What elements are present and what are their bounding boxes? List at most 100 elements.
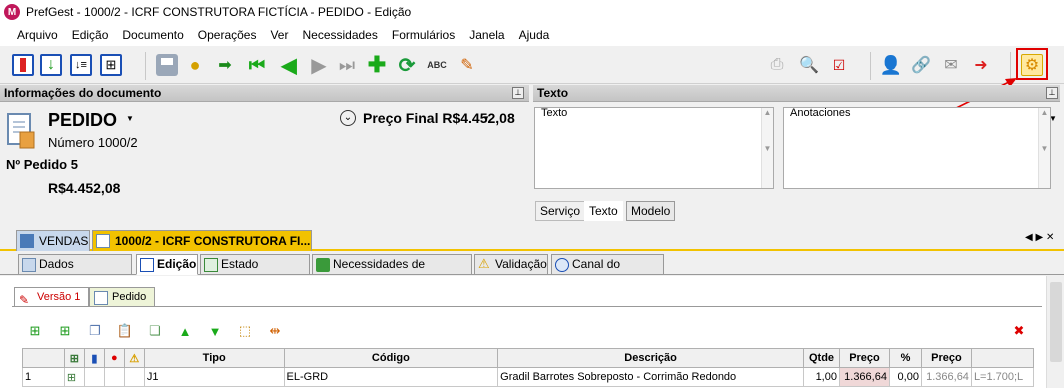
menu-necessidades[interactable]: Necessidades [295,28,384,42]
move-down-icon[interactable]: ▼ [206,322,224,340]
info-panel-header: Informações do documento [0,85,529,102]
document-icon [94,291,108,305]
export-icon[interactable]: ➡ [212,52,238,78]
grid-header-descricao[interactable]: Descrição [497,348,805,368]
cell-tipo[interactable]: J1 [143,367,285,387]
row-number-cell[interactable]: 1 [22,367,65,387]
order-number-label: Nº Pedido 5 [6,157,78,172]
move-up-icon[interactable]: ▲ [176,322,194,340]
material-box-icon [316,258,330,272]
title-bar: M PrefGest - 1000/2 - ICRF CONSTRUTORA F… [0,0,1064,24]
menu-ver[interactable]: Ver [263,28,295,42]
save-icon[interactable] [154,52,180,78]
sales-icon [20,234,34,248]
cell-percent[interactable]: 0,00 [888,367,922,387]
warning-icon: ⚠ [478,256,490,271]
grid-view-dropdown-icon[interactable]: ▼ [126,114,134,123]
cell-preco-2[interactable]: 1.366,64 [920,367,972,387]
first-record-icon[interactable]: ⏮ [244,52,270,78]
sort-list-icon[interactable]: ↓≡ [68,52,94,78]
cell-codigo[interactable]: EL-GRD [283,367,499,387]
insert-row-icon[interactable]: ⊞ [26,322,44,340]
tab-validacao[interactable]: ⚠ Validação [474,254,548,275]
last-record-icon[interactable]: ⏭ [334,52,360,78]
chevron-down-icon[interactable]: ⌄ [340,110,356,126]
previous-record-icon[interactable]: ◀ [276,52,302,78]
tab-vendas[interactable]: VENDAS [16,230,90,251]
texto-panel-header: Texto [533,85,1060,102]
vertical-scrollbar[interactable] [1046,276,1064,388]
scrollbar[interactable]: ▲ ▼ [761,108,773,188]
tab-versao-1[interactable]: ✎ Versão 1 [14,287,90,307]
texto-textarea[interactable]: Texto ▲ ▼ [534,107,774,189]
spell-check-icon[interactable]: ABC [424,52,450,78]
tab-dados-principais[interactable]: Dados principais [18,254,132,290]
paste-icon[interactable]: 📋 [116,322,134,340]
paste-special-icon[interactable]: ❏ [146,322,164,340]
final-price-label: Preço Final R$4.452,08 [363,110,515,126]
grid-header-percent[interactable]: % [888,348,922,368]
menu-ajuda[interactable]: Ajuda [512,28,557,42]
select-icon[interactable]: ⬚ [236,322,254,340]
coins-icon[interactable]: ● [182,52,208,78]
pin-icon[interactable]: ⊥ [512,87,524,99]
tab-scroll-arrows[interactable]: ◀ ▶ ✕ [1025,232,1054,243]
cell-descricao[interactable]: Gradil Barrotes Sobreposto - Corrimão Re… [497,367,805,387]
grid-header-preco[interactable]: Preço [838,348,890,368]
document-icon [96,234,110,248]
prefgest-logo-icon: M [4,4,20,20]
tab-pedido[interactable]: Pedido [89,287,156,307]
document-tabs: VENDAS 1000/2 - ICRF CONSTRUTORA FI... ◀… [0,229,1064,251]
cell-warning[interactable] [123,367,145,387]
tab-estado-modelos[interactable]: Estado modelos [200,254,310,290]
table-row[interactable]: 1 ⊞ J1 EL-GRD Gradil Barrotes Sobreposto… [22,367,1035,387]
menu-operacoes[interactable]: Operações [191,28,264,42]
cell-extra[interactable]: L=1.700;L [970,367,1035,387]
tab-servico[interactable]: Serviço [535,201,586,221]
globe-icon [555,258,569,272]
add-record-icon[interactable]: ✚ [364,52,390,78]
tab-document-1000-2[interactable]: 1000/2 - ICRF CONSTRUTORA FI... [92,230,312,251]
tab-canal-cliente[interactable]: Canal do Cliente [551,254,664,290]
grid-header-row-number[interactable] [22,348,65,368]
download-panel-icon[interactable]: ↓ [38,52,64,78]
print-icon[interactable]: ⎙ [764,52,790,78]
grid-header-tipo[interactable]: Tipo [143,348,285,368]
grid-header-extra[interactable] [970,348,1035,368]
tab-edicao[interactable]: Edição [136,254,198,275]
tree-icon: ⊞ [63,348,85,368]
menu-edicao[interactable]: Edição [65,28,116,42]
edit-form-icon[interactable]: ✎ [454,52,480,78]
anotacoes-textarea[interactable]: Anotaciones ▲ ▼ [783,107,1051,189]
refresh-icon[interactable]: ⟳ [394,52,420,78]
tab-texto[interactable]: Texto [584,201,623,221]
copy-icon[interactable]: ❐ [86,322,104,340]
menu-bar: Arquivo Edição Documento Operações Ver N… [0,24,1064,46]
grid-header-codigo[interactable]: Código [283,348,499,368]
grid-view-icon[interactable]: ⊞ [98,52,124,78]
delete-row-icon[interactable]: ✖ [1010,322,1028,340]
report-icon[interactable]: ☑ [826,52,852,78]
cell-flag[interactable] [83,367,105,387]
append-row-icon[interactable]: ⊞ [56,322,74,340]
window-layout-icon[interactable] [10,52,36,78]
scrollbar[interactable]: ▲ ▼ [1038,108,1050,188]
tab-modelo[interactable]: Modelo [626,201,676,221]
cell-preco[interactable]: 1.366,64 [838,367,890,387]
grid-header-preco-2[interactable]: Preço [920,348,972,368]
menu-documento[interactable]: Documento [115,28,190,42]
doc-amount-label: R$4.452,08 [48,180,121,196]
cell-error[interactable] [103,367,125,387]
menu-formularios[interactable]: Formulários [385,28,462,42]
split-icon[interactable]: ⇹ [266,322,284,340]
data-icon [22,258,36,272]
print-preview-icon[interactable]: 🔍 [796,52,822,78]
anotacoes-field-label: Anotaciones [790,107,851,119]
menu-janela[interactable]: Janela [462,28,511,42]
menu-arquivo[interactable]: Arquivo [10,28,65,42]
pin-icon[interactable]: ⊥ [1046,87,1058,99]
next-record-icon[interactable]: ▶ [306,52,332,78]
cell-qtde[interactable]: 1,00 [803,367,840,387]
tab-necessidades-material[interactable]: Necessidades de material [312,254,472,290]
grid-header-qtde[interactable]: Qtde [803,348,840,368]
